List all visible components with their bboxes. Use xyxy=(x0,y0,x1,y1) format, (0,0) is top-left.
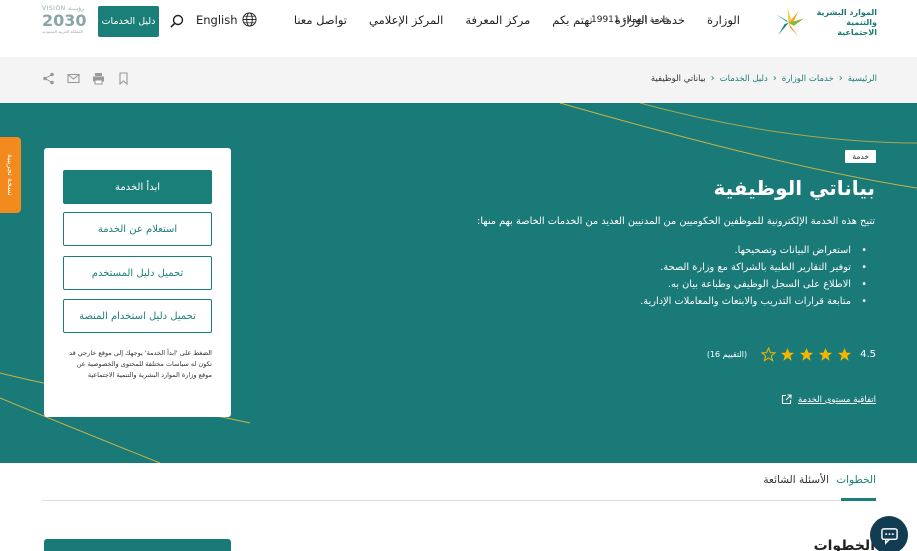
star-filled-icon xyxy=(838,347,852,361)
email-icon[interactable] xyxy=(67,72,80,85)
service-intro: تتيح هذه الخدمة الإلكترونية للموظفين الح… xyxy=(477,216,875,227)
search-icon[interactable] xyxy=(170,14,184,28)
sticky-card-top xyxy=(44,539,231,551)
main-nav: الوزارة خدمات الوزارة نهتم بكم مركز المع… xyxy=(283,13,751,27)
chevron-left-icon: ‹ xyxy=(772,73,777,84)
chat-button[interactable] xyxy=(870,516,908,551)
chevron-left-icon: ‹ xyxy=(710,73,715,84)
tab-faq[interactable]: الأسئلة الشائعة xyxy=(763,474,829,486)
breadcrumb: الرئيسية ‹ خدمات الوزارة ‹ دليل الخدمات … xyxy=(651,73,877,84)
beta-version-label: نسخة تجريبية xyxy=(6,154,15,196)
steps-heading: الخطوات xyxy=(813,538,875,551)
chevron-left-icon: ‹ xyxy=(838,73,843,84)
tabs-divider xyxy=(42,500,877,501)
list-item: الاطلاع على السجل الوظيفي وطباعة بيان به… xyxy=(640,276,867,293)
list-item: متابعة قرارات التدريب والابتعاث والمعامل… xyxy=(640,293,867,310)
print-icon[interactable] xyxy=(92,72,105,85)
external-link-icon xyxy=(781,394,792,405)
list-item: استعراض البيانات وتصحيحها. xyxy=(640,242,867,259)
service-actions-card: ابدأ الخدمة استعلام عن الخدمة تحميل دليل… xyxy=(44,148,231,417)
star-filled-icon xyxy=(781,347,795,361)
page-title: بياناتي الوظيفية xyxy=(713,176,875,200)
active-tab-indicator xyxy=(841,498,876,501)
customer-service-hotline[interactable]: خدمة العملاء 19911 xyxy=(591,15,670,25)
beta-version-tab[interactable]: نسخة تجريبية xyxy=(0,137,21,213)
breadcrumb-ministry-services[interactable]: خدمات الوزارة xyxy=(782,74,834,84)
site-header: الموارد البشرية والتنمية الاجتماعية الوز… xyxy=(0,0,917,56)
nav-contact-us[interactable]: تواصل معنا xyxy=(283,13,358,27)
vision-number: 2030 xyxy=(42,11,87,30)
ministry-emblem-icon xyxy=(776,7,805,37)
rating-count: (التقييم 16) xyxy=(706,350,748,359)
globe-icon xyxy=(242,12,257,27)
service-badge: خدمة xyxy=(845,150,876,163)
feature-list: استعراض البيانات وتصحيحها. توفير التقاري… xyxy=(640,242,867,310)
services-guide-button[interactable]: دليل الخدمات xyxy=(98,6,159,37)
nav-ministry[interactable]: الوزارة xyxy=(696,13,751,27)
list-item: توفير التقارير الطبية بالشراكة مع وزارة … xyxy=(640,259,867,276)
breadcrumb-bar: الرئيسية ‹ خدمات الوزارة ‹ دليل الخدمات … xyxy=(0,57,917,103)
language-label: English xyxy=(196,12,238,27)
tab-steps[interactable]: الخطوات xyxy=(836,474,876,486)
star-filled-icon xyxy=(819,347,833,361)
share-icon[interactable] xyxy=(42,72,55,85)
nav-knowledge-center[interactable]: مركز المعرفة xyxy=(454,13,541,27)
sla-link[interactable]: اتفاقية مستوى الخدمة xyxy=(798,395,876,405)
sla-link-row[interactable]: اتفاقية مستوى الخدمة xyxy=(781,394,876,405)
nav-media-center[interactable]: المركز الإعلامي xyxy=(358,13,454,27)
page-actions xyxy=(42,72,130,85)
breadcrumb-services-guide[interactable]: دليل الخدمات xyxy=(720,74,768,84)
start-service-button[interactable]: ابدأ الخدمة xyxy=(63,170,212,204)
rating-value: 4.5 xyxy=(860,349,876,360)
download-user-guide-button[interactable]: تحميل دليل المستخدم xyxy=(63,256,212,290)
language-switch[interactable]: English xyxy=(196,12,257,27)
service-rating[interactable]: 4.5 (التقييم 16) xyxy=(707,347,876,362)
breadcrumb-home[interactable]: الرئيسية xyxy=(848,74,877,84)
service-inquiry-button[interactable]: استعلام عن الخدمة xyxy=(63,212,212,246)
service-hero: خدمة بياناتي الوظيفية تتيح هذه الخدمة ال… xyxy=(0,103,917,463)
external-site-note: الضغط على 'ابدأ الخدمة' يوجهك إلى موقع خ… xyxy=(69,349,212,379)
chat-icon xyxy=(880,527,898,545)
logo-line-1: الموارد البشرية xyxy=(816,8,877,17)
vision-2030-logo: VISION رؤيـــة 2030 المملكة العربية السع… xyxy=(42,5,87,39)
logo-line-2: والتنمية الاجتماعية xyxy=(837,18,877,37)
vision-subtitle: المملكة العربية السعودية xyxy=(42,29,84,34)
ministry-logo[interactable]: الموارد البشرية والتنمية الاجتماعية xyxy=(771,4,877,42)
bookmark-icon[interactable] xyxy=(117,72,130,85)
star-filled-icon xyxy=(800,347,814,361)
download-platform-guide-button[interactable]: تحميل دليل استخدام المنصة xyxy=(63,299,212,333)
star-empty-icon xyxy=(761,347,777,362)
breadcrumb-current: بياناتي الوظيفية xyxy=(650,73,706,84)
content-tabs: الخطوات الأسئلة الشائعة xyxy=(0,463,917,503)
